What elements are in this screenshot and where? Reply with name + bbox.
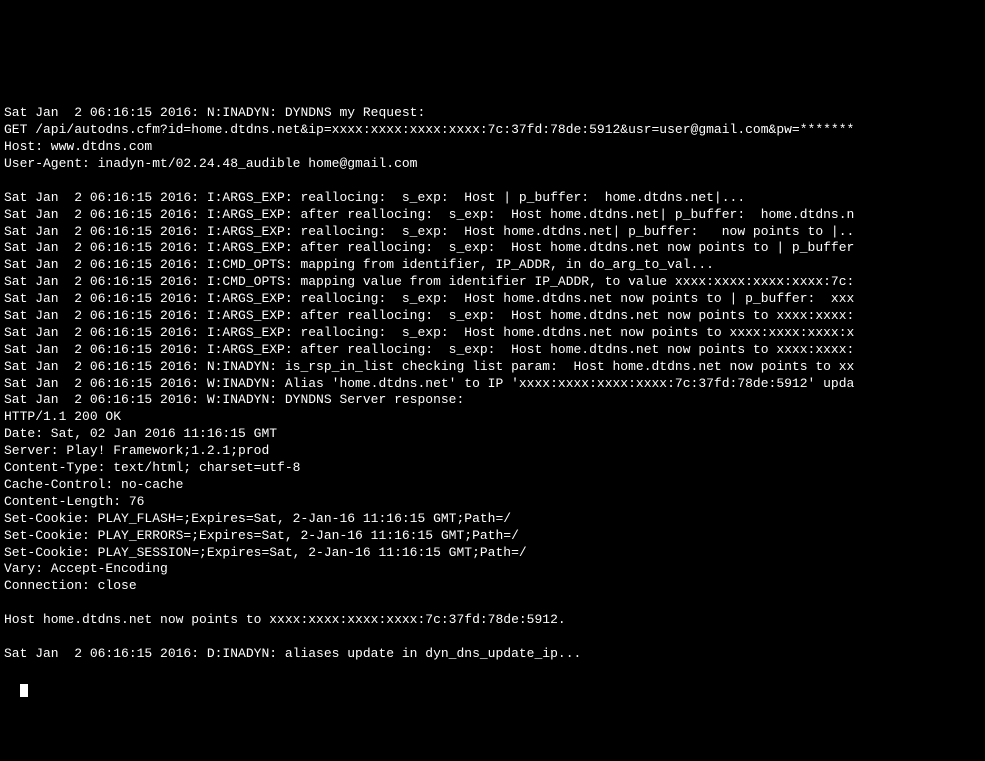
terminal-line: Sat Jan 2 06:16:15 2016: D:INADYN: alias… xyxy=(4,646,981,663)
terminal-line: Server: Play! Framework;1.2.1;prod xyxy=(4,443,981,460)
terminal-line: Sat Jan 2 06:16:15 2016: I:ARGS_EXP: rea… xyxy=(4,190,981,207)
terminal-line: HTTP/1.1 200 OK xyxy=(4,409,981,426)
terminal-line: Sat Jan 2 06:16:15 2016: I:ARGS_EXP: aft… xyxy=(4,342,981,359)
terminal-line: Host home.dtdns.net now points to xxxx:x… xyxy=(4,612,981,629)
terminal-line: Date: Sat, 02 Jan 2016 11:16:15 GMT xyxy=(4,426,981,443)
terminal-line: Set-Cookie: PLAY_ERRORS=;Expires=Sat, 2-… xyxy=(4,528,981,545)
terminal-line xyxy=(4,629,981,646)
terminal-line: Sat Jan 2 06:16:15 2016: I:ARGS_EXP: aft… xyxy=(4,240,981,257)
terminal-line: Sat Jan 2 06:16:15 2016: N:INADYN: DYNDN… xyxy=(4,105,981,122)
terminal-line: Sat Jan 2 06:16:15 2016: I:ARGS_EXP: rea… xyxy=(4,325,981,342)
terminal-line: GET /api/autodns.cfm?id=home.dtdns.net&i… xyxy=(4,122,981,139)
terminal-line: User-Agent: inadyn-mt/02.24.48_audible h… xyxy=(4,156,981,173)
terminal-line: Sat Jan 2 06:16:15 2016: W:INADYN: Alias… xyxy=(4,376,981,393)
terminal-output[interactable]: Sat Jan 2 06:16:15 2016: N:INADYN: DYNDN… xyxy=(4,72,981,677)
terminal-line: Vary: Accept-Encoding xyxy=(4,561,981,578)
terminal-line: Set-Cookie: PLAY_FLASH=;Expires=Sat, 2-J… xyxy=(4,511,981,528)
terminal-line: Set-Cookie: PLAY_SESSION=;Expires=Sat, 2… xyxy=(4,545,981,562)
terminal-line: Content-Length: 76 xyxy=(4,494,981,511)
terminal-line: Sat Jan 2 06:16:15 2016: W:INADYN: DYNDN… xyxy=(4,392,981,409)
terminal-line: Host: www.dtdns.com xyxy=(4,139,981,156)
terminal-line: Content-Type: text/html; charset=utf-8 xyxy=(4,460,981,477)
terminal-line: Sat Jan 2 06:16:15 2016: N:INADYN: is_rs… xyxy=(4,359,981,376)
terminal-line: Sat Jan 2 06:16:15 2016: I:ARGS_EXP: rea… xyxy=(4,291,981,308)
terminal-line: Cache-Control: no-cache xyxy=(4,477,981,494)
cursor xyxy=(20,684,28,697)
terminal-line: Sat Jan 2 06:16:15 2016: I:CMD_OPTS: map… xyxy=(4,257,981,274)
terminal-line: Sat Jan 2 06:16:15 2016: I:ARGS_EXP: aft… xyxy=(4,308,981,325)
terminal-line: Connection: close xyxy=(4,578,981,595)
terminal-line: Sat Jan 2 06:16:15 2016: I:ARGS_EXP: rea… xyxy=(4,224,981,241)
terminal-line: Sat Jan 2 06:16:15 2016: I:CMD_OPTS: map… xyxy=(4,274,981,291)
terminal-line: Sat Jan 2 06:16:15 2016: I:ARGS_EXP: aft… xyxy=(4,207,981,224)
terminal-line xyxy=(4,595,981,612)
terminal-line xyxy=(4,173,981,190)
